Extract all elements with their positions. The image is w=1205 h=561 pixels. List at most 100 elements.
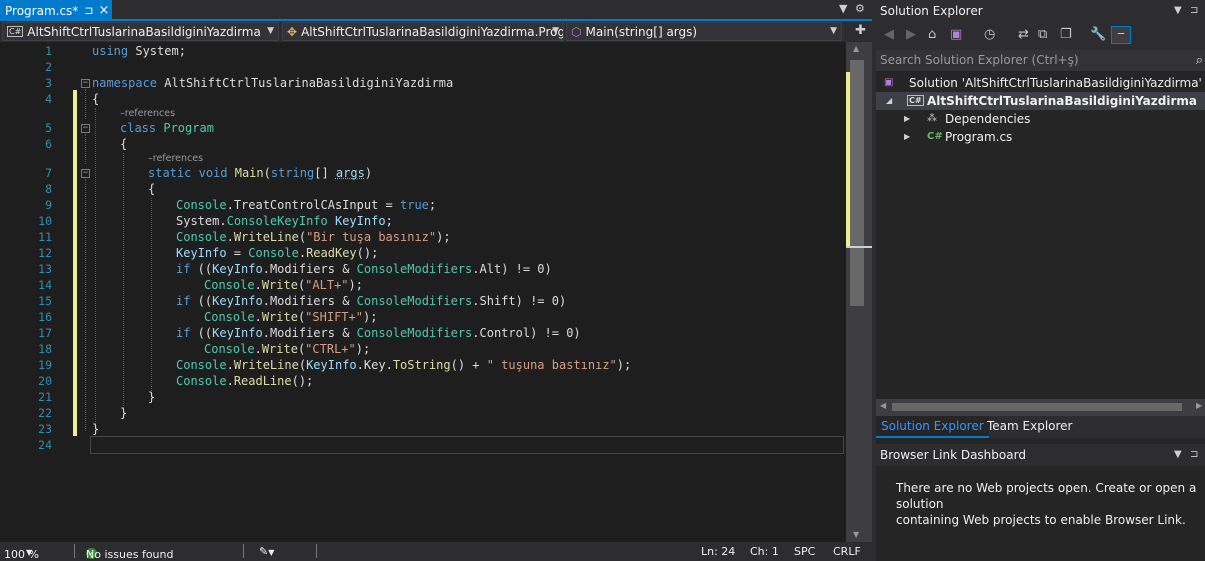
gear-icon[interactable]: ⚙ — [855, 2, 865, 15]
code-line-21: } — [148, 390, 156, 404]
code-line-6: { — [120, 137, 128, 151]
line-number: 23 — [38, 422, 52, 436]
line-number: 8 — [45, 182, 52, 196]
indent-guide — [95, 108, 96, 424]
tab-solution-explorer[interactable]: Solution Explorer — [876, 416, 989, 438]
code-line-18: Console.Write("CTRL+"); — [204, 342, 371, 356]
pin-icon[interactable]: ⊐ — [1190, 444, 1198, 466]
column-indicator[interactable]: Ch: 1 — [750, 545, 779, 558]
tree-node-project[interactable]: ◢ C# AltShiftCtrlTuslarinaBasildiginiYaz… — [876, 92, 1205, 110]
search-placeholder: Search Solution Explorer (Ctrl+ş) — [880, 53, 1079, 67]
panel-menu-icon[interactable]: ▼ — [1174, 444, 1182, 466]
line-number: 5 — [45, 121, 52, 135]
line-ending-indicator[interactable]: CRLF — [833, 545, 861, 558]
show-all-files-icon[interactable]: ❐ — [1060, 27, 1072, 42]
class-combo[interactable]: ✥ AltShiftCtrlTuslarinaBasildiginiYazdir… — [282, 22, 564, 41]
collapsed-triangle-icon[interactable]: ▶ — [904, 110, 910, 128]
collapsed-triangle-icon[interactable]: ▶ — [904, 128, 910, 146]
scroll-down-icon[interactable]: ▼ — [853, 530, 859, 539]
brush-icon[interactable]: ✎ ▼ — [259, 545, 274, 558]
panel-tabs: Solution Explorer Team Explorer — [876, 416, 1205, 438]
pin-icon[interactable]: ⊐ — [1190, 0, 1198, 22]
project-combo-label: AltShiftCtrlTuslarinaBasildiginiYazdirma — [27, 24, 261, 39]
tree-node-dependencies[interactable]: ▶ ⁂ Dependencies — [876, 110, 1205, 128]
collapse-icon[interactable]: − — [81, 124, 90, 133]
split-window-icon[interactable]: ✚ — [855, 23, 866, 38]
pending-changes-icon[interactable]: ◷ — [984, 27, 995, 42]
panel-menu-icon[interactable]: ▼ — [1174, 0, 1182, 22]
line-number: 22 — [38, 406, 52, 420]
fold-line — [85, 179, 86, 431]
collapse-icon[interactable]: − — [81, 79, 90, 88]
scroll-left-icon[interactable]: ◀ — [880, 401, 886, 410]
editor-tab-bar: Program.cs* ⊐ × ▼ ⚙ — [0, 0, 872, 21]
editor-vertical-scrollbar[interactable]: ▲ ▼ — [846, 42, 872, 542]
switch-views-icon[interactable]: ▣ — [950, 27, 962, 42]
scroll-right-icon[interactable]: ▶ — [1196, 401, 1202, 410]
sync-icon[interactable]: ⇄ — [1018, 27, 1029, 42]
member-combo[interactable]: ⬡ Main(string[] args) ▼ — [566, 22, 842, 41]
properties-wrench-icon[interactable]: 🔧 — [1090, 27, 1106, 42]
browser-link-message: There are no Web projects open. Create o… — [876, 466, 1205, 561]
collapse-icon[interactable]: − — [81, 169, 90, 178]
code-line-11: Console.WriteLine("Bir tuşa basınız"); — [176, 230, 451, 244]
code-line-14: Console.Write("ALT+"); — [204, 278, 363, 292]
line-number: 7 — [45, 166, 52, 180]
solution-explorer-title-bar: Solution Explorer ▼ ⊐ — [876, 0, 1205, 22]
expanded-triangle-icon[interactable]: ◢ — [886, 92, 892, 110]
back-icon[interactable]: ◀ — [884, 27, 894, 42]
dependencies-icon: ⁂ — [927, 113, 937, 124]
project-combo[interactable]: C# AltShiftCtrlTuslarinaBasildiginiYazdi… — [2, 22, 279, 41]
line-number: 20 — [38, 374, 52, 388]
solution-explorer-search-input[interactable]: Search Solution Explorer (Ctrl+ş) ⌕ — [876, 50, 1205, 71]
tree-node-program-cs[interactable]: ▶ C# Program.cs — [876, 128, 1205, 146]
fold-line — [85, 89, 86, 119]
scrollbar-caret-marker — [846, 246, 872, 248]
line-indicator[interactable]: Ln: 24 — [701, 545, 735, 558]
code-line-4: { — [92, 92, 100, 106]
codelens-references[interactable]: –references — [148, 153, 203, 164]
line-number: 21 — [38, 390, 52, 404]
code-editor[interactable]: 1 3 2 4 5 6 7 8 9 10 11 12 13 14 15 16 1… — [0, 42, 844, 542]
solution-icon: ▣ — [884, 77, 894, 88]
codelens-references[interactable]: –references — [120, 108, 175, 119]
code-line-12: KeyInfo = Console.ReadKey(); — [176, 246, 379, 260]
code-line-5: class Program — [120, 121, 214, 135]
scrollbar-thumb[interactable] — [850, 60, 864, 306]
ide-window: Program.cs* ⊐ × ▼ ⚙ C# AltShiftCtrlTusla… — [0, 0, 1205, 561]
line-number: 1 — [45, 44, 52, 58]
chevron-down-icon: ▼ — [552, 26, 559, 36]
scrollbar-thumb[interactable] — [892, 403, 1182, 411]
line-number: 10 — [38, 214, 52, 228]
whitespace-indicator[interactable]: SPC — [794, 545, 815, 558]
search-icon[interactable]: ⌕ — [1196, 50, 1203, 71]
class-combo-label: AltShiftCtrlTuslarinaBasildiginiYazdirma… — [301, 24, 564, 39]
tab-list-dropdown-icon[interactable]: ▼ — [839, 2, 847, 15]
solution-explorer-horizontal-scrollbar[interactable]: ◀ ▶ — [876, 399, 1205, 416]
class-icon: ✥ — [287, 24, 298, 39]
pin-icon[interactable]: ⊐ — [84, 4, 93, 17]
code-line-1: using System; — [92, 44, 186, 58]
tab-title: Program.cs* — [5, 3, 79, 18]
line-number: 15 — [38, 294, 52, 308]
collapse-all-icon[interactable]: ⧉ — [1038, 27, 1047, 42]
home-icon[interactable]: ⌂ — [928, 27, 936, 42]
line-number: 24 — [38, 438, 52, 452]
forward-icon[interactable]: ▶ — [906, 27, 916, 42]
tree-node-solution[interactable]: ▣ Solution 'AltShiftCtrlTuslarinaBasildi… — [876, 74, 1205, 92]
browser-link-message-line-1: There are no Web projects open. Create o… — [896, 481, 1197, 511]
line-number: 16 — [38, 310, 52, 324]
csharp-project-icon: C# — [7, 26, 24, 37]
browser-link-message-line-2: containing Web projects to enable Browse… — [896, 513, 1186, 527]
line-number: 19 — [38, 358, 52, 372]
code-line-3: namespace AltShiftCtrlTuslarinaBasildigi… — [92, 76, 454, 90]
close-icon[interactable]: × — [99, 3, 110, 18]
tab-team-explorer[interactable]: Team Explorer — [982, 416, 1078, 438]
indent-guide — [151, 198, 152, 393]
code-line-23: } — [92, 422, 100, 436]
code-line-13: if ((KeyInfo.Modifiers & ConsoleModifier… — [176, 262, 552, 276]
preview-selected-icon[interactable]: ⎯ — [1111, 26, 1131, 44]
tab-program-cs[interactable]: Program.cs* ⊐ × — [0, 0, 112, 21]
scroll-up-icon[interactable]: ▲ — [853, 44, 859, 53]
change-marker — [73, 90, 77, 436]
